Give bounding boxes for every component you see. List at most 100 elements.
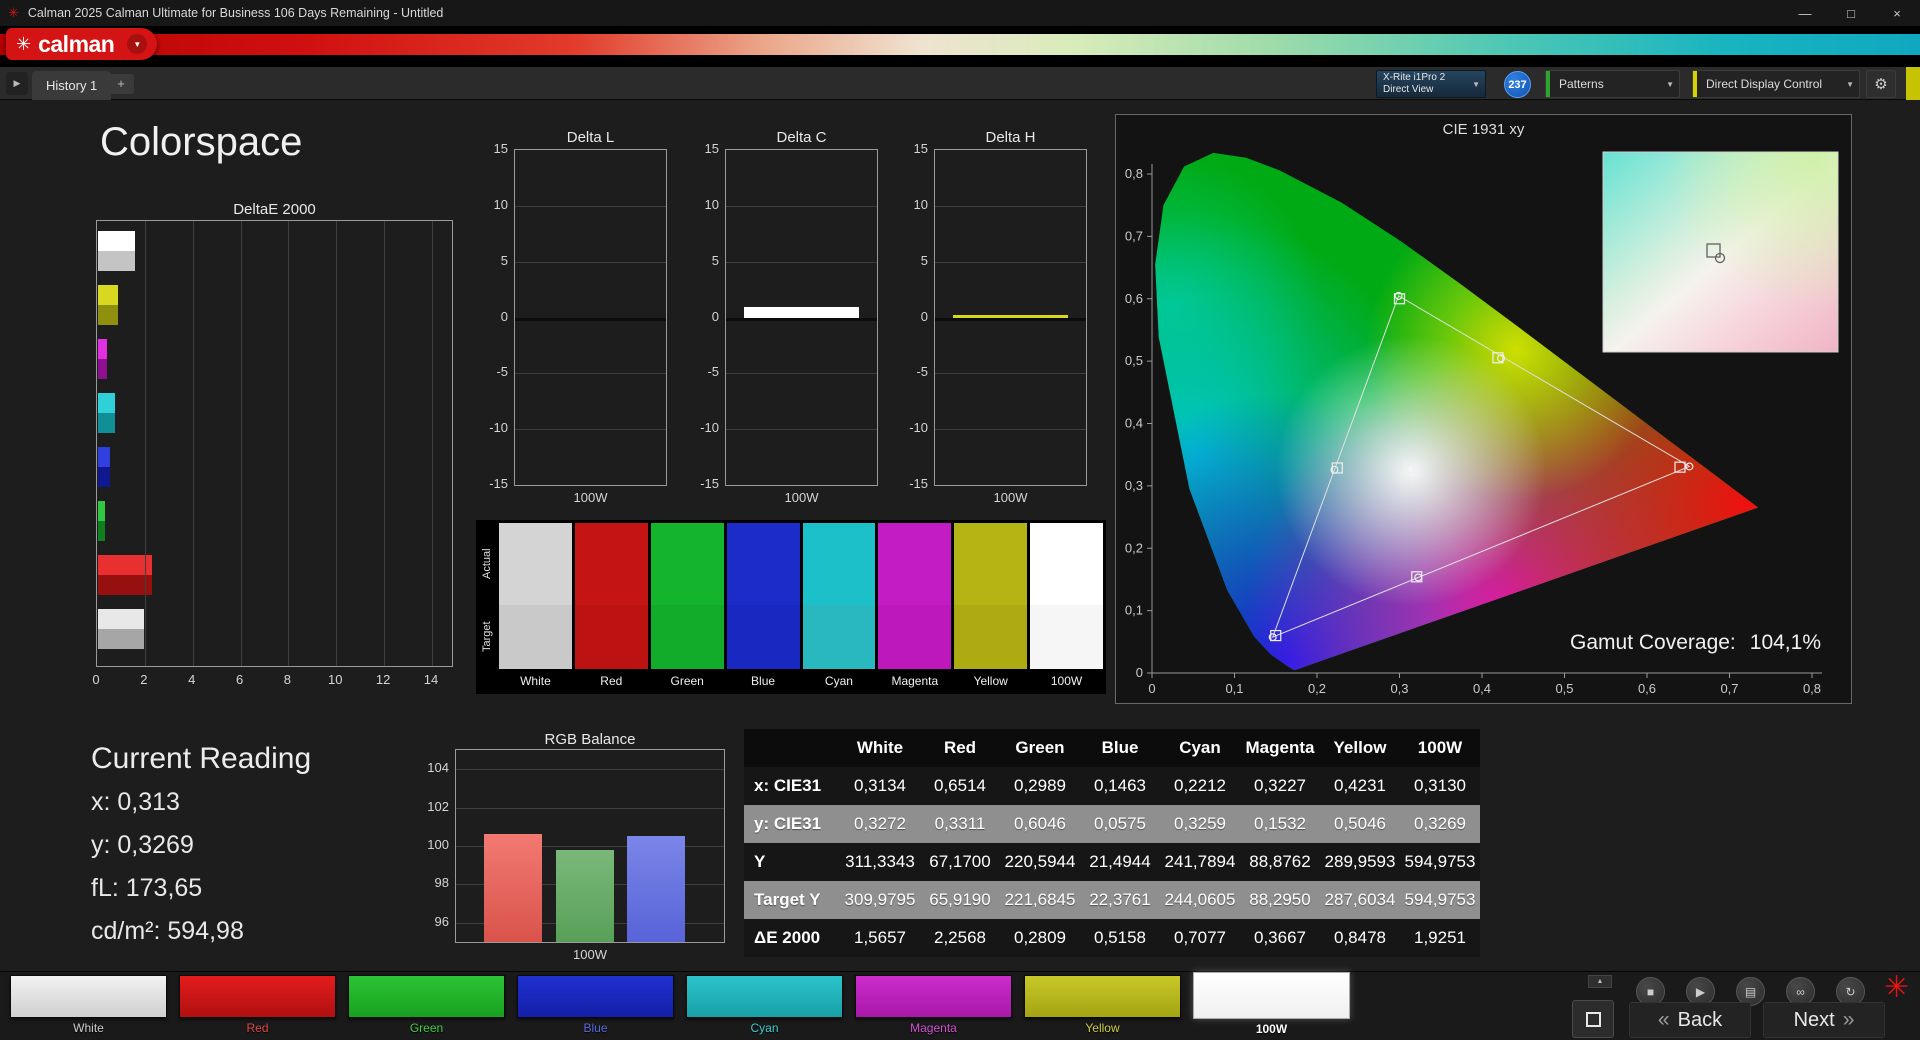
- back-button[interactable]: « Back: [1629, 1002, 1751, 1038]
- y-tick-label: 15: [493, 141, 508, 156]
- pattern-swatch: [348, 975, 505, 1018]
- y-tick-label: 98: [434, 875, 449, 891]
- calman-logo-icon: ✳: [16, 33, 32, 54]
- pattern-button-white[interactable]: White: [10, 975, 167, 1036]
- table-row: Y 311,3343 67,1700 220,5944 21,4944 241,7894 8…: [744, 843, 1480, 881]
- table-header-cell: Red: [943, 738, 977, 757]
- brand-bar: ✳ calman ▼: [0, 26, 1920, 67]
- swatch-actual: [499, 523, 572, 605]
- settings-gear-button[interactable]: ⚙: [1866, 70, 1896, 98]
- table-cell: 221,6845: [1004, 890, 1076, 909]
- gear-icon: ⚙: [1874, 76, 1888, 93]
- gridline: [935, 373, 1086, 375]
- display-control-dropdown[interactable]: Direct Display Control ▼: [1692, 70, 1860, 98]
- meter-name: X-Rite i1Pro 2: [1383, 72, 1446, 83]
- pattern-button-magenta[interactable]: Magenta: [855, 975, 1012, 1036]
- y-tick-label: 0: [500, 308, 508, 324]
- table-cell: ΔE 2000: [754, 928, 821, 947]
- swatch-column-magenta: Magenta: [878, 523, 952, 691]
- table-cell: 0,2212: [1174, 776, 1226, 795]
- y-tick-label: 0,5: [1125, 353, 1143, 368]
- page-title: Colorspace: [100, 120, 303, 164]
- x-tick-label: 4: [188, 672, 196, 687]
- next-button[interactable]: Next »: [1763, 1002, 1885, 1038]
- stop-icon: ■: [1646, 984, 1655, 999]
- swatch-column-green: Green: [650, 523, 724, 691]
- table-cell: 0,3259: [1174, 814, 1226, 833]
- meter-dropdown[interactable]: X-Rite i1Pro 2 Direct View ▼: [1376, 70, 1486, 98]
- current-reading-title: Current Reading: [91, 742, 312, 775]
- table-cell: 0,1463: [1094, 776, 1146, 795]
- gridline: [144, 221, 146, 666]
- gridline: [456, 807, 724, 809]
- x-tick-label: 10: [328, 672, 343, 687]
- table-cell: 88,8762: [1249, 852, 1311, 871]
- y-tick-label: -15: [909, 476, 928, 491]
- current-reading-line: x: 0,313: [91, 788, 180, 816]
- chevron-down-icon: ▼: [1846, 79, 1854, 89]
- pattern-button-100w[interactable]: 100W: [1193, 972, 1350, 1036]
- gridline: [515, 205, 666, 207]
- expand-up-button[interactable]: ▲: [1588, 975, 1612, 988]
- table-cell: 0,7077: [1174, 928, 1226, 947]
- gamut-coverage: Gamut Coverage: 104,1%: [1570, 631, 1821, 654]
- pattern-button-red[interactable]: Red: [179, 975, 336, 1036]
- reading-count-badge[interactable]: 237: [1504, 71, 1531, 98]
- cie-1931-panel: CIE 1931 xy 0 0,1 0,2 0,3 0,4 0,5 0,6 0,…: [1115, 114, 1852, 704]
- tab-history-1[interactable]: History 1: [32, 71, 112, 100]
- deltae-bar-yellow: [98, 285, 119, 325]
- play-icon: ▶: [1695, 984, 1706, 999]
- pattern-button-yellow[interactable]: Yellow: [1024, 975, 1181, 1036]
- swatch-column-100w: 100W: [1030, 523, 1103, 691]
- x-tick-label: 0,7: [1720, 681, 1738, 696]
- measurement-table: White Red Green Blue Cyan Magenta Yellow 100W x:…: [744, 729, 1480, 957]
- gridline: [935, 261, 1086, 263]
- pattern-button-label: Blue: [583, 1021, 608, 1035]
- chevron-right-icon: »: [1842, 1008, 1855, 1031]
- swatch-column-blue: Blue: [726, 523, 800, 691]
- pattern-button-cyan[interactable]: Cyan: [686, 975, 843, 1036]
- edge-color-strip: [1906, 67, 1920, 100]
- y-tick-label: -5: [707, 364, 719, 380]
- table-cell: y: CIE31: [754, 814, 822, 833]
- gridline: [726, 429, 877, 431]
- table-cell: 241,7894: [1164, 852, 1236, 871]
- layout-button[interactable]: [1572, 1000, 1614, 1038]
- gridline: [726, 317, 877, 321]
- chart-title: Delta H: [985, 129, 1036, 146]
- history-panel-toggle[interactable]: ▶: [6, 72, 28, 95]
- pattern-swatch: [179, 975, 336, 1018]
- table-header-cell: Yellow: [1333, 738, 1387, 757]
- calman-menu-button[interactable]: ✳ calman ▼: [6, 28, 158, 60]
- add-tab-button[interactable]: +: [108, 74, 134, 94]
- y-tick-label: 96: [434, 913, 449, 929]
- gridline: [240, 221, 242, 666]
- y-tick-label: 5: [920, 252, 928, 268]
- gridline: [336, 221, 338, 666]
- close-button[interactable]: ×: [1874, 0, 1920, 26]
- deltae2000-plot: [96, 220, 453, 667]
- x-tick-label: 0,3: [1390, 681, 1408, 696]
- y-tick-label: -15: [700, 476, 719, 491]
- swatch-target: [726, 605, 800, 669]
- y-tick-label: 0,1: [1125, 603, 1143, 618]
- table-cell: 0,3311: [934, 814, 986, 833]
- pattern-button-green[interactable]: Green: [348, 975, 505, 1036]
- table-header-cell: Magenta: [1245, 738, 1315, 757]
- table-header-cell: Cyan: [1179, 738, 1221, 757]
- table-cell: 0,3272: [854, 814, 906, 833]
- rgb-bar-red: [484, 834, 542, 942]
- layout-icon: [1585, 1011, 1601, 1027]
- y-tick-label: -10: [700, 420, 719, 436]
- swatch-columns: White Red Green Blue Cyan Magenta Yellow 100W: [499, 523, 1103, 691]
- table-cell: 594,9753: [1404, 890, 1476, 909]
- meter-mode: Direct View: [1383, 84, 1434, 95]
- swatch-actual: [574, 523, 648, 605]
- maximize-button[interactable]: □: [1828, 0, 1874, 26]
- pattern-button-blue[interactable]: Blue: [517, 975, 674, 1036]
- pattern-bar: White Red Green Blue Cyan Magenta Yellow 100W ▲…: [0, 971, 1920, 1040]
- patterns-dropdown[interactable]: Patterns ▼: [1545, 70, 1680, 98]
- table-cell: 311,3343: [845, 852, 915, 871]
- rgb-balance-plot: [455, 749, 725, 943]
- minimize-button[interactable]: —: [1782, 0, 1828, 26]
